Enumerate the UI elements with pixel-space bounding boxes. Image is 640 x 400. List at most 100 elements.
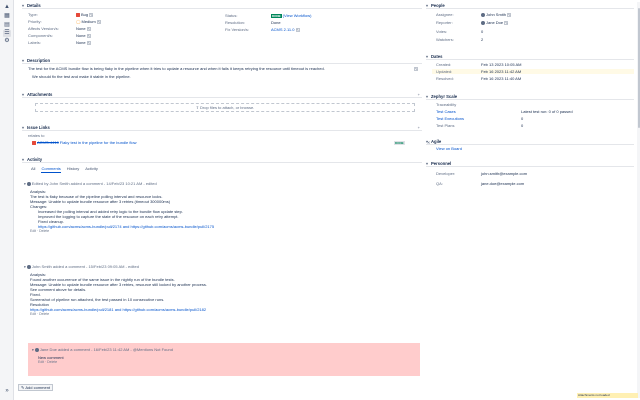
- zephyr-row-label[interactable]: Test Executions: [436, 116, 464, 121]
- description-title: Description: [27, 57, 51, 63]
- fix-version-label: Fix Version/s:: [225, 27, 250, 32]
- chart-icon[interactable]: ▤: [3, 22, 11, 29]
- status-label: Status:: [225, 13, 238, 18]
- dates-header[interactable]: ▾ Dates: [426, 53, 634, 60]
- collapse-icon[interactable]: ▾: [24, 182, 26, 186]
- tab-history[interactable]: History: [67, 166, 79, 173]
- qa-value[interactable]: jane.doe@example.com: [481, 181, 524, 186]
- zephyr-row-value: 0: [521, 116, 524, 121]
- attachments-title: Attachments: [27, 91, 53, 97]
- comment-header: Jane Doe added a comment - 16/Feb/23 11:…: [39, 347, 173, 352]
- avatar: [26, 264, 31, 269]
- votes-value[interactable]: 0: [481, 29, 483, 34]
- component-value[interactable]: None: [76, 33, 86, 38]
- comment: ▾ John Smith added a comment - 15/Feb/23 …: [24, 264, 420, 317]
- collapse-icon[interactable]: ▾: [32, 348, 34, 352]
- description-line-1: The test for the ACMS bundle flow is bei…: [28, 66, 325, 71]
- created-label: Created:: [436, 62, 452, 67]
- add-comment-button[interactable]: ✎ Add comment: [18, 384, 54, 391]
- reporter-value[interactable]: Jane Doe: [486, 20, 503, 25]
- zephyr-header[interactable]: ▾ Zephyr Scale: [426, 93, 634, 100]
- status-badge: DONE: [271, 13, 282, 18]
- tab-comments[interactable]: Comments: [41, 166, 61, 173]
- avatar: [481, 20, 485, 25]
- left-sidebar: ▲ ▦ ▤ ☰ ⚙ »: [0, 0, 14, 400]
- pencil-icon[interactable]: ✎: [414, 67, 418, 71]
- error-comment: ▾ Jane Doe added a comment - 16/Feb/23 11…: [28, 343, 420, 376]
- linked-issue-key[interactable]: ACMS-4410: [37, 140, 59, 145]
- developer-value[interactable]: john.smith@example.com: [481, 171, 527, 176]
- comment: ▾ Edited by John Smith added a comment - …: [24, 181, 420, 234]
- type-value[interactable]: Bug: [81, 12, 88, 17]
- tab-activity[interactable]: Activity: [85, 166, 98, 173]
- pencil-icon[interactable]: ✎: [86, 26, 91, 31]
- scrollbar-thumb[interactable]: [637, 8, 640, 128]
- view-on-board-link[interactable]: View on Board: [436, 146, 462, 151]
- add-attachment-icon[interactable]: +: [418, 92, 420, 97]
- pencil-icon[interactable]: ✎: [504, 20, 509, 25]
- bug-icon: [32, 140, 36, 145]
- priority-label: Priority:: [28, 19, 42, 24]
- main-column: ▾ Details Type: Bug ✎ Priority: ◯ Medium ✎ …: [18, 0, 430, 400]
- resolved-label: Resolved:: [436, 76, 454, 81]
- labels-label: Labels:: [28, 40, 41, 45]
- agile-header[interactable]: ▾ Agile: [426, 138, 634, 145]
- linked-status-badge: DONE: [394, 140, 405, 145]
- type-label: Type:: [28, 12, 38, 17]
- updated-label: Updated:: [436, 69, 453, 74]
- comment-actions[interactable]: Edit · Delete: [38, 360, 420, 365]
- issue-links-title: Issue Links: [27, 124, 50, 130]
- collapse-icon[interactable]: ▾: [24, 265, 26, 269]
- watchers-label: Watchers:: [436, 37, 454, 42]
- details-header[interactable]: ▾ Details: [22, 2, 422, 9]
- comment-actions[interactable]: Edit · Delete: [30, 229, 420, 234]
- board-icon[interactable]: ▦: [3, 13, 11, 20]
- people-header[interactable]: ▾ People: [426, 2, 634, 9]
- watchers-value[interactable]: 2: [481, 37, 483, 42]
- attachments-header[interactable]: ▾ Attachments +: [22, 91, 422, 98]
- people-title: People: [431, 2, 445, 8]
- votes-label: Votes:: [436, 29, 448, 34]
- agile-title: Agile: [431, 138, 442, 144]
- list-icon[interactable]: ☰: [3, 30, 11, 37]
- upload-icon: ⇪: [195, 105, 200, 110]
- bug-icon: [76, 12, 80, 17]
- affects-value[interactable]: None: [76, 26, 86, 31]
- zephyr-row-value: Latest test run: 0 of 0 passed: [521, 109, 573, 114]
- resolution-value: Done: [271, 20, 281, 25]
- expand-sidebar-icon[interactable]: »: [3, 388, 11, 395]
- fix-version-value[interactable]: ACMS 2.11.0: [271, 27, 295, 32]
- personnel-header[interactable]: ▾ Personnel: [426, 160, 634, 167]
- resolution-label: Resolution:: [225, 20, 246, 25]
- assignee-label: Assignee:: [436, 12, 454, 17]
- assignee-value[interactable]: John Smith: [486, 12, 506, 17]
- add-link-icon[interactable]: +: [418, 125, 420, 130]
- comment-actions[interactable]: Edit · Delete: [30, 312, 420, 317]
- priority-value[interactable]: Medium: [81, 19, 95, 24]
- developer-label: Developer:: [436, 171, 456, 176]
- right-column: ▾ People Assignee: John Smith ✎ Reporter:…: [426, 0, 636, 400]
- triangle-icon[interactable]: ▲: [3, 4, 11, 11]
- pencil-icon[interactable]: ✎: [96, 19, 101, 24]
- comment-header: John Smith added a comment - 15/Feb/23 0…: [31, 264, 139, 269]
- description-line-2: We should fix the test and make it stabl…: [32, 74, 131, 79]
- qa-label: QA:: [436, 181, 443, 186]
- linked-issue-summary[interactable]: Flaky test in the pipeline for the bundl…: [60, 140, 137, 145]
- reporter-label: Reporter:: [436, 20, 453, 25]
- pencil-icon[interactable]: ✎: [86, 33, 91, 38]
- activity-title: Activity: [27, 156, 43, 162]
- pencil-icon[interactable]: ✎: [507, 12, 512, 17]
- labels-value[interactable]: None: [76, 40, 86, 45]
- description-header[interactable]: ▾ Description: [22, 57, 422, 64]
- view-workflow-link[interactable]: (View Workflow): [283, 13, 312, 18]
- avatar: [481, 12, 485, 17]
- pencil-icon[interactable]: ✎: [295, 27, 300, 32]
- tab-all[interactable]: All: [31, 166, 35, 173]
- issue-links-header[interactable]: ▾ Issue Links +: [22, 124, 422, 131]
- attachment-dropzone[interactable]: ⇪ Drop files to attach, or browse.: [35, 103, 415, 112]
- zephyr-row-label[interactable]: Test Cases: [436, 109, 456, 114]
- pencil-icon[interactable]: ✎: [86, 40, 91, 45]
- activity-header[interactable]: ▾ Activity: [22, 156, 422, 163]
- gear-icon[interactable]: ⚙: [3, 38, 11, 45]
- pencil-icon[interactable]: ✎: [89, 12, 94, 17]
